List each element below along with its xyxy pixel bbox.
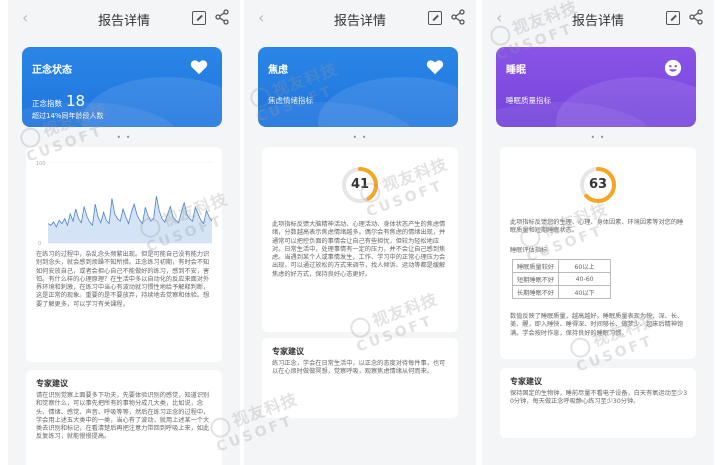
- mindfulness-banner[interactable]: 正念状态 正念指数 18 超过14%同年龄段人数: [22, 47, 222, 127]
- edit-icon[interactable]: [666, 11, 680, 25]
- header-bar: ‹ 报告详情: [244, 0, 476, 38]
- anxiety-score-card: 41 此项指标反馈大脑精神活动、心理活动、身体状态产生的焦虑情绪，分数越高表示焦…: [262, 147, 458, 332]
- advice-text: 练习正念，学会在日常生活中，以正念的态度对待每件事，也可以在心烦时做做冥想，觉察…: [272, 360, 446, 376]
- table-cell-range: 60以上: [558, 259, 612, 273]
- edit-icon[interactable]: [428, 11, 442, 25]
- share-icon[interactable]: [688, 9, 704, 25]
- expert-advice-card: 专家建议 保持固定的生物钟，睡前尽量不看电子设备，白天有氧运动至少30分钟，每天…: [500, 368, 696, 438]
- anxiety-gauge: 41: [340, 165, 380, 205]
- table-cell-range: 40-60: [558, 272, 612, 286]
- chart-svg: 100 0: [36, 161, 213, 247]
- expert-advice-card: 专家建议 请在识别觉察上面要多下功夫，先要体验识别的感觉，知道识别和觉察什么，可…: [26, 370, 222, 465]
- sleep-score-card: 63 此项指标反馈您的生理、心理、身体因素、环境因素等对您的睡眠质量和短期睡眠状…: [500, 147, 696, 359]
- mindfulness-chart: 100 0: [36, 157, 213, 247]
- back-icon[interactable]: ‹: [496, 10, 502, 26]
- page-title: 报告详情: [333, 13, 386, 29]
- header-bar: ‹ 报告详情: [482, 0, 714, 38]
- table-row: 睡眠质量较好 60以上: [511, 259, 612, 273]
- anxiety-banner[interactable]: 焦虑 焦虑情绪指标: [258, 47, 458, 127]
- heart-icon[interactable]: [190, 59, 208, 75]
- sleep-table-title: 睡眠评估指标: [510, 247, 548, 254]
- edit-icon[interactable]: [192, 11, 206, 25]
- percentile-note: 超过14%同年龄段人数: [32, 112, 104, 120]
- mindfulness-index: 正念指数 18: [32, 92, 85, 110]
- pager-dots: • •: [116, 133, 132, 142]
- back-icon[interactable]: ‹: [22, 10, 28, 26]
- smile-icon[interactable]: [664, 59, 682, 77]
- table-cell-level: 短期睡眠不好: [511, 272, 560, 286]
- pager-dots: • •: [590, 133, 606, 142]
- sleep-banner[interactable]: 睡眠 睡眠质量指标: [496, 47, 696, 127]
- mindfulness-description: 在练习的过程中，杂乱念头频繁出现。但是可能自己没有能力识别到念头，就会感到烦躁不…: [36, 251, 210, 308]
- advice-title: 专家建议: [36, 379, 68, 388]
- pager-dots: • •: [352, 133, 368, 142]
- table-cell-range: 40以下: [558, 285, 612, 299]
- report-screen-anxiety: ‹ 报告详情 焦虑 焦虑情绪指标 • • 41 此项指标反馈大脑精神活动、心理活…: [244, 0, 476, 465]
- report-screen-sleep: ‹ 报告详情 睡眠 睡眠质量指标 • • 63 此项指标反馈您的生理、心理、身体…: [482, 0, 714, 465]
- page-title: 报告详情: [97, 13, 150, 29]
- sleep-description-2: 数值反映了睡眠质量，越高越好。睡眠质量表现为快、深、长、美、醒，即入睡快、睡得深…: [510, 313, 684, 337]
- banner-title: 焦虑: [268, 65, 288, 76]
- share-icon[interactable]: [450, 9, 466, 25]
- banner-title: 睡眠: [506, 65, 526, 76]
- advice-title: 专家建议: [272, 347, 304, 356]
- banner-subtitle: 焦虑情绪指标: [268, 96, 313, 105]
- heart-icon[interactable]: [426, 59, 444, 75]
- banner-subtitle: 睡眠质量指标: [506, 96, 551, 105]
- table-row: 短期睡眠不好 40-60: [511, 272, 612, 286]
- index-value: 18: [66, 92, 86, 110]
- report-screen-mindfulness: ‹ 报告详情 正念状态 正念指数 18 超过14%同年龄段人数 • • 100 …: [8, 0, 240, 465]
- share-icon[interactable]: [214, 9, 230, 25]
- advice-text: 请在识别觉察上面要多下功夫，先要体验识别的感觉，知道识别和觉察什么，可以事先把所…: [36, 392, 210, 441]
- gauge-value: 63: [588, 177, 608, 192]
- table-cell-level: 睡眠质量较好: [511, 259, 560, 273]
- banner-title: 正念状态: [32, 65, 72, 76]
- y-tick-label-top: 100: [36, 161, 46, 167]
- advice-title: 专家建议: [510, 377, 542, 386]
- table-row: 长期睡眠不好 40以下: [511, 285, 612, 299]
- sleep-gauge: 63: [578, 165, 618, 205]
- sleep-criteria-table: 睡眠质量较好 60以上 短期睡眠不好 40-60 长期睡眠不好 40以下: [511, 259, 612, 299]
- y-tick-label-bottom: 0: [38, 241, 41, 247]
- header-bar: ‹ 报告详情: [8, 0, 240, 38]
- expert-advice-card: 专家建议 练习正念，学会在日常生活中，以正念的态度对待每件事，也可以在心烦时做做…: [262, 338, 458, 418]
- anxiety-description: 此项指标反馈大脑精神活动、心理活动、身体状态产生的焦虑情绪，分数越高表示焦虑情绪…: [272, 221, 446, 278]
- index-label: 正念指数: [32, 99, 62, 108]
- chart-card: 100 0 在练习的过程中，杂乱念头频繁出现。但是可能自己没有能力识别到念头，就…: [26, 147, 222, 362]
- gauge-value: 41: [350, 177, 370, 192]
- advice-text: 保持固定的生物钟，睡前尽量不看电子设备，白天有氧运动至少30分钟，每天做正念呼吸…: [510, 390, 688, 406]
- back-icon[interactable]: ‹: [258, 10, 264, 26]
- sleep-description: 此项指标反馈您的生理、心理、身体因素、环境因素等对您的睡眠质量和短期睡眠状态。: [510, 219, 684, 235]
- table-cell-level: 长期睡眠不好: [511, 285, 560, 299]
- page-title: 报告详情: [571, 13, 624, 29]
